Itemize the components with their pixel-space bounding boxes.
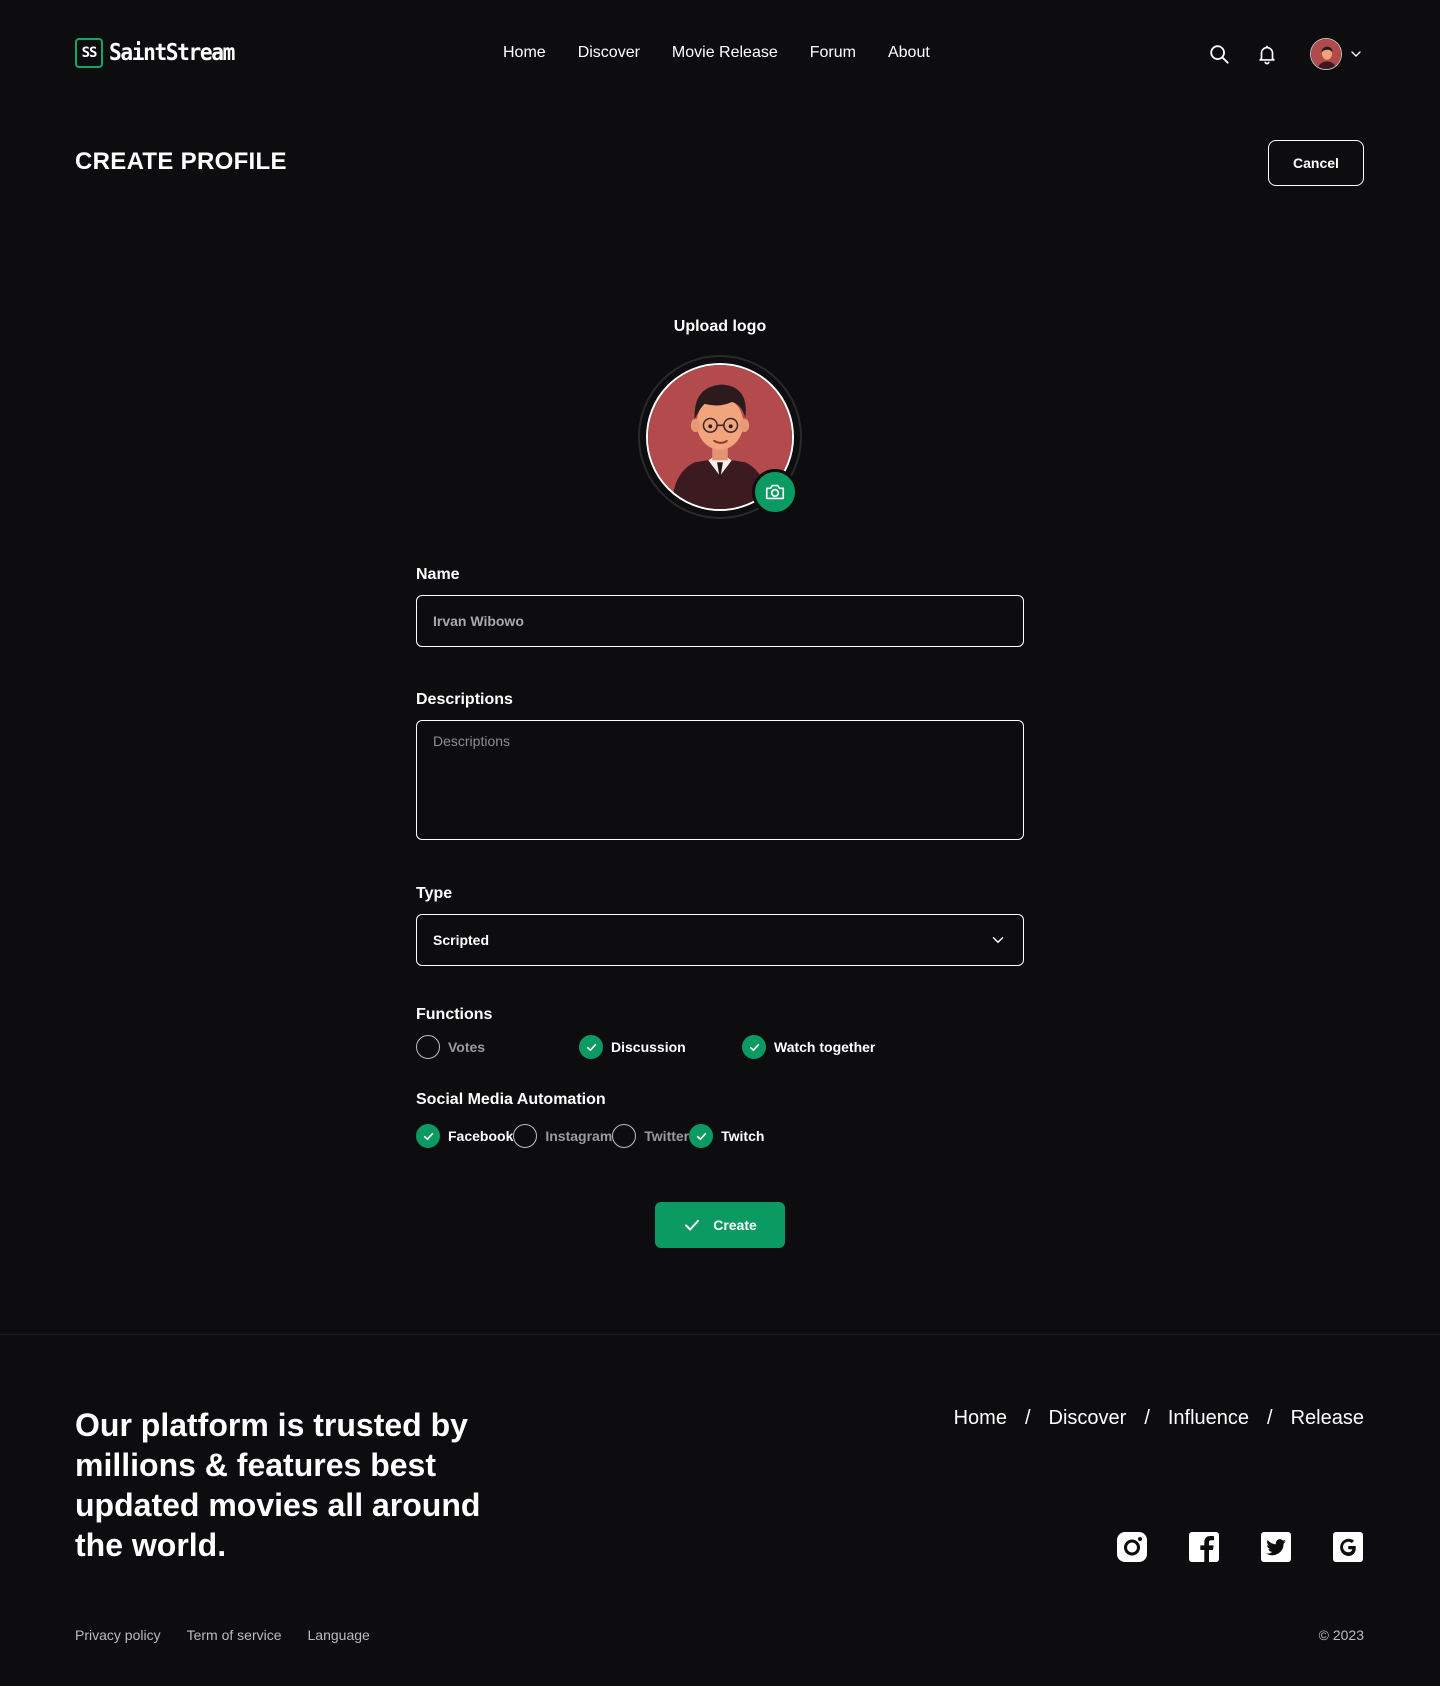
cancel-button[interactable]: Cancel: [1268, 140, 1364, 186]
brand-logo[interactable]: SS SaintStream: [75, 38, 245, 68]
nav-link-about[interactable]: About: [888, 44, 930, 62]
checkbox-twitch[interactable]: Twitch: [689, 1120, 764, 1152]
social-automation-label: Social Media Automation: [416, 1091, 606, 1108]
legal-links: Privacy policy Term of service Language: [75, 1627, 370, 1643]
footer-separator: /: [1024, 1407, 1031, 1429]
checkbox-circle: [612, 1124, 637, 1148]
functions-options: Votes Discussion Watch together: [416, 1035, 1024, 1059]
upload-logo-label: Upload logo: [673, 318, 767, 335]
social-links: [1116, 1531, 1364, 1563]
name-group: Name: [416, 566, 1024, 647]
create-button[interactable]: Create: [655, 1202, 785, 1248]
nav-link-discover[interactable]: Discover: [578, 44, 640, 62]
create-actions: Create: [416, 1202, 1024, 1248]
camera-icon: [765, 484, 785, 500]
descriptions-input[interactable]: [416, 720, 1024, 840]
type-group: Type Scripted: [416, 885, 1024, 966]
check-icon: [685, 1219, 700, 1231]
nav-link-home[interactable]: Home: [503, 44, 546, 62]
name-label: Name: [416, 566, 460, 583]
footer-link-influence[interactable]: Influence: [1168, 1407, 1249, 1430]
check-icon: [579, 1035, 603, 1059]
nav-link-movie-release[interactable]: Movie Release: [672, 44, 778, 62]
checkbox-label: Facebook: [448, 1128, 514, 1144]
footer-link-home[interactable]: Home: [954, 1407, 1007, 1430]
nav-actions: [1206, 38, 1364, 70]
checkbox-label: Instagram: [545, 1128, 613, 1144]
privacy-policy-link[interactable]: Privacy policy: [75, 1627, 161, 1643]
checkbox-circle: [416, 1035, 440, 1059]
checkbox-instagram[interactable]: Instagram: [513, 1120, 612, 1152]
descriptions-label: Descriptions: [416, 691, 513, 708]
checkbox-label: Discussion: [611, 1039, 686, 1055]
check-icon: [416, 1124, 440, 1148]
upload-photo-button[interactable]: [752, 469, 798, 515]
footer-link-discover[interactable]: Discover: [1049, 1407, 1127, 1430]
checkbox-facebook[interactable]: Facebook: [416, 1120, 513, 1152]
type-label: Type: [416, 885, 453, 902]
footer-separator: /: [1144, 1407, 1150, 1429]
language-link[interactable]: Language: [308, 1627, 370, 1643]
create-profile-form: Name Descriptions Type Scripted Function…: [416, 566, 1024, 1248]
copyright: © 2023: [1318, 1627, 1364, 1643]
check-icon: [742, 1035, 766, 1059]
checkbox-watch-together[interactable]: Watch together: [742, 1035, 905, 1059]
functions-group: Functions Votes Discussion Watch togethe…: [416, 1006, 1024, 1059]
search-button[interactable]: [1206, 41, 1232, 67]
checkbox-circle: [513, 1124, 538, 1148]
chevron-down-icon: [1351, 51, 1361, 57]
checkbox-label: Watch together: [774, 1039, 876, 1055]
footer-tagline: Our platform is trusted by millions & fe…: [75, 1407, 481, 1563]
checkbox-votes[interactable]: Votes: [416, 1035, 579, 1059]
nav-link-forum[interactable]: Forum: [810, 44, 856, 62]
avatar: [1310, 38, 1342, 70]
instagram-icon[interactable]: [1116, 1531, 1148, 1563]
twitter-icon[interactable]: [1260, 1531, 1292, 1563]
top-nav: SS SaintStream Home Discover Movie Relea…: [0, 0, 1440, 110]
brand-mark: SS: [75, 38, 103, 68]
name-input[interactable]: [416, 595, 1024, 647]
brand-name: SaintStream: [109, 40, 235, 66]
checkbox-label: Twitch: [721, 1128, 765, 1144]
account-menu[interactable]: [1310, 38, 1364, 70]
page-title: CREATE PROFILE: [75, 148, 287, 175]
social-automation-group: Social Media Automation Facebook Instagr…: [416, 1091, 1024, 1152]
functions-label: Functions: [416, 1006, 493, 1023]
terms-of-service-link[interactable]: Term of service: [187, 1627, 282, 1643]
footer-nav: Home / Discover / Influence / Release: [954, 1407, 1364, 1430]
footer-link-release[interactable]: Release: [1291, 1407, 1364, 1430]
type-select[interactable]: Scripted: [416, 914, 1024, 966]
checkbox-label: Votes: [448, 1039, 486, 1055]
footer: Our platform is trusted by millions & fe…: [0, 1334, 1440, 1686]
create-button-label: Create: [713, 1217, 757, 1233]
chevron-down-icon: [992, 937, 1004, 944]
search-icon: [1210, 45, 1229, 64]
social-options: Facebook Instagram Twitter Twitch: [416, 1120, 764, 1152]
checkbox-label: Twitter: [644, 1128, 690, 1144]
checkbox-discussion[interactable]: Discussion: [579, 1035, 742, 1059]
main-nav: Home Discover Movie Release Forum About: [503, 44, 930, 62]
bell-icon: [1259, 45, 1275, 65]
facebook-icon[interactable]: [1188, 1531, 1220, 1563]
check-icon: [689, 1124, 714, 1148]
footer-separator: /: [1267, 1407, 1273, 1429]
notifications-button[interactable]: [1254, 41, 1280, 67]
type-selected-value: Scripted: [433, 932, 490, 948]
google-icon[interactable]: [1332, 1531, 1364, 1563]
descriptions-group: Descriptions: [416, 691, 1024, 845]
checkbox-twitter[interactable]: Twitter: [612, 1120, 689, 1152]
